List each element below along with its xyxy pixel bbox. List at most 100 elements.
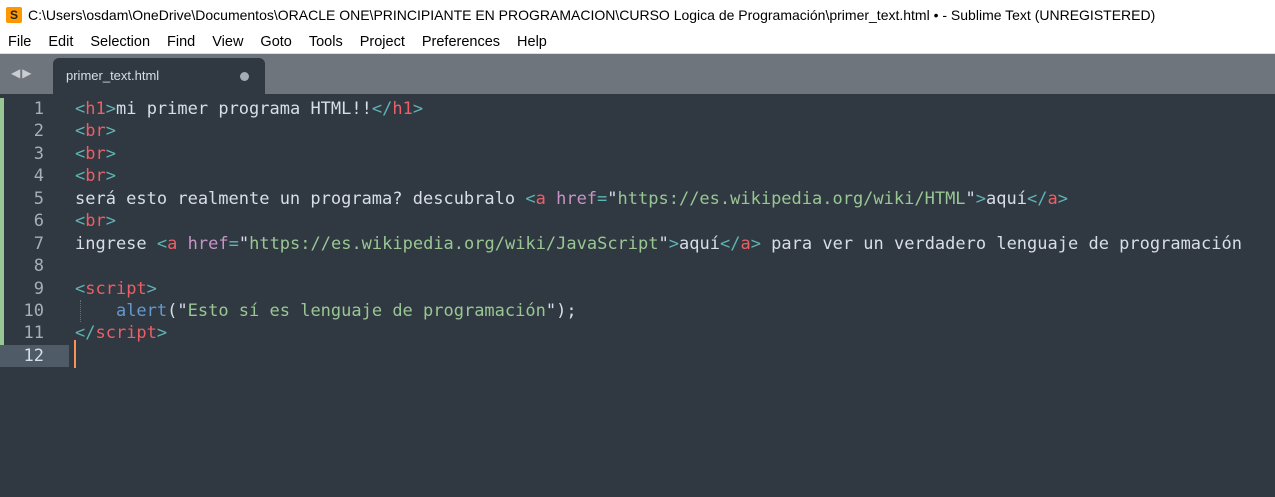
- token-txt: (": [167, 300, 188, 321]
- token-p: </: [371, 99, 393, 119]
- token-tag: br: [85, 166, 106, 187]
- menu-tools[interactable]: Tools: [301, 34, 352, 50]
- token-p: >: [1057, 188, 1068, 209]
- tab-primer-text-html[interactable]: primer_text.html: [53, 58, 265, 94]
- code-content: [69, 339, 76, 368]
- token-tag: br: [85, 121, 106, 142]
- code-content: <script>: [69, 278, 157, 300]
- menu-selection[interactable]: Selection: [82, 34, 159, 50]
- menu-edit[interactable]: Edit: [40, 34, 82, 50]
- code-editor[interactable]: 1 <h1>mi primer programa HTML!!</h1> 2 <br>…: [0, 94, 1275, 368]
- menu-view[interactable]: View: [204, 34, 252, 50]
- token-tag: h1: [392, 99, 413, 119]
- token-txt: ": [658, 233, 669, 254]
- code-line[interactable]: 1 <h1>mi primer programa HTML!!</h1>: [0, 98, 1275, 121]
- line-number: 7: [0, 232, 69, 256]
- menu-preferences[interactable]: Preferences: [414, 34, 509, 50]
- token-p: <: [525, 188, 536, 209]
- token-txt: aquí: [679, 233, 720, 254]
- token-tag: a: [1047, 188, 1058, 209]
- token-p: <: [156, 233, 168, 254]
- code-content: </script>: [69, 322, 167, 344]
- token-txt: aquí: [986, 188, 1027, 209]
- token-p: >: [105, 121, 116, 142]
- code-line[interactable]: 3 <br>: [0, 142, 1275, 166]
- menu-help[interactable]: Help: [509, 34, 556, 50]
- code-line[interactable]: 10 alert("Esto sí es lenguaje de program…: [0, 299, 1275, 323]
- line-number: 11: [0, 322, 69, 345]
- code-line[interactable]: 6 <br>: [0, 210, 1275, 233]
- code-line[interactable]: 12: [0, 339, 1275, 368]
- line-number: 6: [0, 210, 69, 233]
- token-p: >: [750, 233, 761, 254]
- menu-file[interactable]: File: [0, 34, 40, 50]
- token-tag: br: [85, 143, 106, 164]
- code-content: <br>: [69, 120, 116, 142]
- token-tag: a: [167, 233, 178, 254]
- token-p: >: [105, 211, 116, 232]
- code-line[interactable]: 2 <br>: [0, 120, 1275, 143]
- tab-bar: ◀▶ primer_text.html: [0, 54, 1275, 94]
- code-line[interactable]: 4 <br>: [0, 165, 1275, 188]
- modified-line-marker: [0, 165, 4, 188]
- code-content: <h1>mi primer programa HTML!!</h1>: [69, 98, 423, 120]
- token-p: >: [105, 143, 116, 164]
- modified-line-marker: [0, 210, 4, 233]
- code-line[interactable]: 7 ingrese <a href="https://es.wikipedia.o…: [0, 232, 1275, 256]
- menu-find[interactable]: Find: [159, 34, 204, 50]
- modified-line-marker: [0, 277, 4, 300]
- code-line[interactable]: 8: [0, 255, 1275, 278]
- token-str: https://es.wikipedia.org/wiki/JavaScript: [249, 233, 659, 254]
- token-txt: ingrese: [75, 233, 157, 254]
- code-content: alert("Esto sí es lenguaje de programaci…: [69, 299, 577, 323]
- code-content: será esto realmente un programa? descubr…: [69, 188, 1068, 210]
- code-content: [69, 255, 75, 277]
- line-number: 2: [0, 120, 69, 143]
- token-p: </: [1027, 188, 1048, 209]
- token-p: <: [75, 143, 86, 164]
- token-txt: ": [238, 233, 250, 254]
- modified-line-marker: [0, 232, 4, 256]
- token-p: </: [719, 233, 741, 254]
- code-line[interactable]: 11 </script>: [0, 322, 1275, 345]
- modified-line-marker: [0, 142, 4, 166]
- code-content: <br>: [69, 143, 116, 165]
- code-content: ingrese <a href="https://es.wikipedia.or…: [69, 233, 1242, 255]
- title-bar: S C:\Users\osdam\OneDrive\Documentos\ORA…: [0, 0, 1275, 30]
- token-str: https://es.wikipedia.org/wiki/HTML: [617, 188, 966, 209]
- token-p: >: [668, 233, 679, 254]
- menu-project[interactable]: Project: [352, 34, 414, 50]
- token-p: </: [75, 323, 96, 344]
- token-txt: para ver un verdadero lenguaje de progra…: [760, 233, 1242, 254]
- unsaved-dot-icon[interactable]: [240, 72, 249, 81]
- token-p: <: [75, 211, 86, 232]
- token-fn: alert: [115, 300, 168, 321]
- token-attr: href: [556, 188, 598, 209]
- token-tag: script: [95, 323, 157, 344]
- token-p: >: [975, 188, 987, 209]
- token-p: <: [75, 166, 86, 187]
- tab-nav-arrows-icon[interactable]: ◀▶: [11, 66, 33, 80]
- line-number: 4: [0, 165, 69, 188]
- modified-line-marker: [0, 255, 4, 278]
- menu-goto[interactable]: Goto: [252, 34, 300, 50]
- token-txt: ": [965, 188, 976, 209]
- line-number: 5: [0, 187, 69, 211]
- line-number: 12: [0, 344, 69, 368]
- window-title: C:\Users\osdam\OneDrive\Documentos\ORACL…: [28, 7, 1156, 23]
- token-tag: h1: [85, 99, 106, 119]
- modified-line-marker: [0, 299, 4, 323]
- indent-guide: [80, 299, 81, 323]
- token-p: >: [146, 278, 157, 299]
- token-p: <: [75, 278, 86, 299]
- code-line[interactable]: 5 será esto realmente un programa? descub…: [0, 187, 1275, 211]
- token-p: =: [228, 233, 239, 254]
- token-p: >: [105, 166, 116, 187]
- token-txt: será esto realmente un programa? descubr…: [75, 188, 526, 209]
- token-tag: br: [85, 211, 106, 232]
- code-line[interactable]: 9 <script>: [0, 277, 1275, 300]
- token-p: >: [105, 99, 116, 119]
- code-content: <br>: [69, 165, 116, 187]
- line-number: 3: [0, 142, 69, 166]
